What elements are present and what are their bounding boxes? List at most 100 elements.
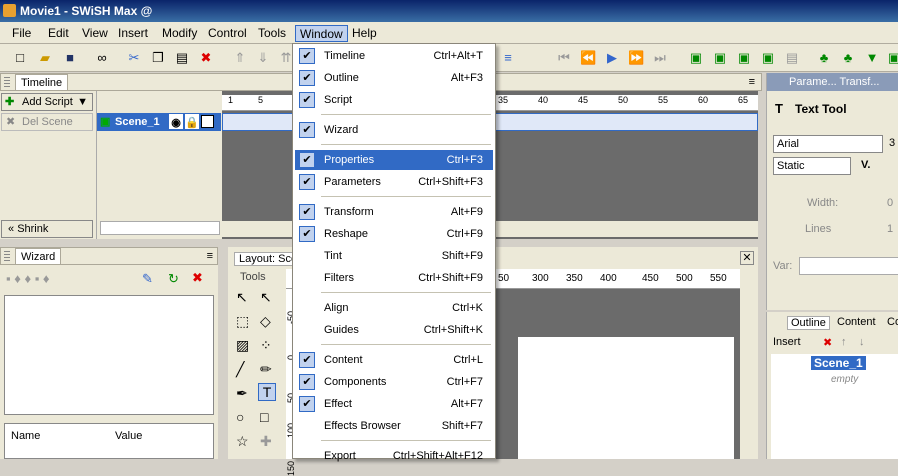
width-value[interactable]: 0 [887,197,893,209]
prev-frame-icon[interactable]: ⏪ [580,50,596,66]
wizard-toolbar-icons[interactable]: ▪ ♦ ♦ ▪ ♦ [6,271,50,286]
del-scene-button[interactable]: ✖ Del Scene [1,113,93,131]
pen-tool-icon[interactable]: ✒ [236,385,248,402]
tab-timeline[interactable]: Timeline [15,74,69,90]
wizard-tool-icon[interactable]: ✎ [142,271,153,287]
tab-content[interactable]: Content [837,316,876,328]
menu-edit[interactable]: Edit [44,25,73,42]
menu-item-effect[interactable]: ✔ Effect Alt+F7 [295,394,493,414]
effect-icon[interactable]: ♣ [816,50,832,66]
insert-group-icon[interactable]: ▣ [736,50,752,66]
reshape-tool-icon[interactable]: ⁘ [260,337,272,354]
tab-outline[interactable]: Outline [787,316,830,330]
next-frame-icon[interactable]: ⏩ [628,50,644,66]
paste-icon[interactable]: ▤ [174,50,190,66]
menu-file[interactable]: File [8,25,35,42]
add-script-button[interactable]: ✚ Add Script ▼ [1,93,93,111]
menu-item-outline[interactable]: ✔ Outline Alt+F3 [295,68,493,88]
menu-item-tint[interactable]: Tint Shift+F9 [295,246,493,266]
panel-menu-icon[interactable]: ≡ [207,248,213,264]
menu-item-reshape[interactable]: ✔ Reshape Ctrl+F9 [295,224,493,244]
first-frame-icon[interactable]: ⏮ [556,50,572,66]
menu-item-wizard[interactable]: ✔ Wizard [295,120,493,140]
up-arrow-icon[interactable]: ↑ [841,336,847,348]
menu-item-export[interactable]: Export Ctrl+Shift+Alt+F12 [295,446,493,466]
delete-icon[interactable]: ✖ [198,50,214,66]
last-frame-icon[interactable]: ⏭ [652,50,668,66]
subselect-tool-icon[interactable]: ↖ [260,289,272,306]
open-file-icon[interactable]: ▰ [37,50,53,66]
effect2-icon[interactable]: ♣ [840,50,856,66]
stage-scrollbar[interactable] [740,269,754,459]
cut-icon[interactable]: ✂ [126,50,142,66]
move-down-icon[interactable]: ⇓ [255,50,271,66]
export-icon[interactable]: ▼ [864,50,880,66]
pencil-tool-icon[interactable]: ✏ [260,361,272,378]
menu-window[interactable]: Window [295,25,348,42]
menu-item-transform[interactable]: ✔ Transform Alt+F9 [295,202,493,222]
menu-item-script[interactable]: ✔ Script [295,90,493,110]
ellipse-tool-icon[interactable]: ○ [236,409,244,425]
insert-scene-icon[interactable]: ▣ [688,50,704,66]
copy-icon[interactable]: ❐ [150,50,166,66]
close-red-icon[interactable]: ✖ [192,270,203,286]
properties-tabs[interactable]: Parame... Transf... [789,76,879,88]
var-input[interactable] [799,257,898,275]
menu-view[interactable]: View [78,25,112,42]
star-tool-icon[interactable]: ☆ [236,433,249,450]
insert-button-icon[interactable]: ▣ [760,50,776,66]
lines-label[interactable]: Lines [805,223,831,235]
new-file-icon[interactable]: □ [12,50,28,66]
menu-item-guides[interactable]: Guides Ctrl+Shift+K [295,320,493,340]
lines-value[interactable]: 1 [887,223,893,235]
menu-item-parameters[interactable]: ✔ Parameters Ctrl+Shift+F3 [295,172,493,192]
tree-scene[interactable]: Scene_1 [811,356,866,370]
shrink-button[interactable]: « Shrink [1,220,93,238]
menu-tools[interactable]: Tools [254,25,290,42]
menu-item-filters[interactable]: Filters Ctrl+Shift+F9 [295,268,493,288]
refresh-icon[interactable]: ↻ [168,271,179,287]
close-icon[interactable]: ✕ [740,251,754,265]
eye-icon[interactable]: ◉ [169,114,183,129]
menu-item-content[interactable]: ✔ Content Ctrl+L [295,350,493,370]
image-tool-icon[interactable]: ▨ [236,337,249,354]
menu-insert[interactable]: Insert [114,25,152,42]
menu-modify[interactable]: Modify [158,25,201,42]
grip-icon[interactable] [4,251,10,261]
insert-sprite-icon[interactable]: ▣ [712,50,728,66]
lock-icon[interactable]: 🔒 [185,114,199,129]
outline-toggle-icon[interactable] [201,115,214,128]
menu-item-effects-browser[interactable]: Effects Browser Shift+F7 [295,416,493,436]
layers-scrollbar[interactable] [100,221,220,235]
export2-icon[interactable]: ▣ [886,50,898,66]
tab-wizard[interactable]: Wizard [15,248,62,264]
menu-help[interactable]: Help [348,25,381,42]
tab-components[interactable]: Co [887,316,898,328]
preview-icon[interactable]: ∞ [94,50,110,66]
menu-item-align[interactable]: Align Ctrl+K [295,298,493,318]
grip-icon[interactable] [4,77,10,87]
line-tool-icon[interactable]: ╱ [236,361,244,378]
down-arrow-icon[interactable]: ↓ [859,336,865,348]
text-type-select[interactable]: Static [773,157,851,175]
rectangle-tool-icon[interactable]: □ [260,409,268,425]
select-tool-icon[interactable]: ↖ [236,289,248,306]
move-up-icon[interactable]: ⇑ [232,50,248,66]
stage-canvas[interactable] [518,337,734,459]
vertical-text-icon[interactable]: V. [861,159,870,171]
save-icon[interactable]: ■ [62,50,78,66]
insert-dropdown[interactable]: Insert [773,336,801,348]
font-size[interactable]: 3 [889,137,895,149]
play-icon[interactable]: ▶ [604,50,620,66]
marquee-tool-icon[interactable]: ⬚ [236,313,249,330]
autoshape-tool-icon[interactable]: ✚ [260,433,272,450]
delete-icon[interactable]: ✖ [823,336,832,349]
font-select[interactable]: Arial [773,135,883,153]
scene-row[interactable]: ▣ Scene_1 ◉ 🔒 [97,113,221,131]
text-tool-icon[interactable]: T [258,383,276,401]
menu-item-properties[interactable]: ✔ Properties Ctrl+F3 [295,150,493,170]
menu-control[interactable]: Control [204,25,251,42]
transform-tool-icon[interactable]: ◇ [260,313,271,330]
menu-item-components[interactable]: ✔ Components Ctrl+F7 [295,372,493,392]
wizard-list[interactable] [4,295,214,415]
